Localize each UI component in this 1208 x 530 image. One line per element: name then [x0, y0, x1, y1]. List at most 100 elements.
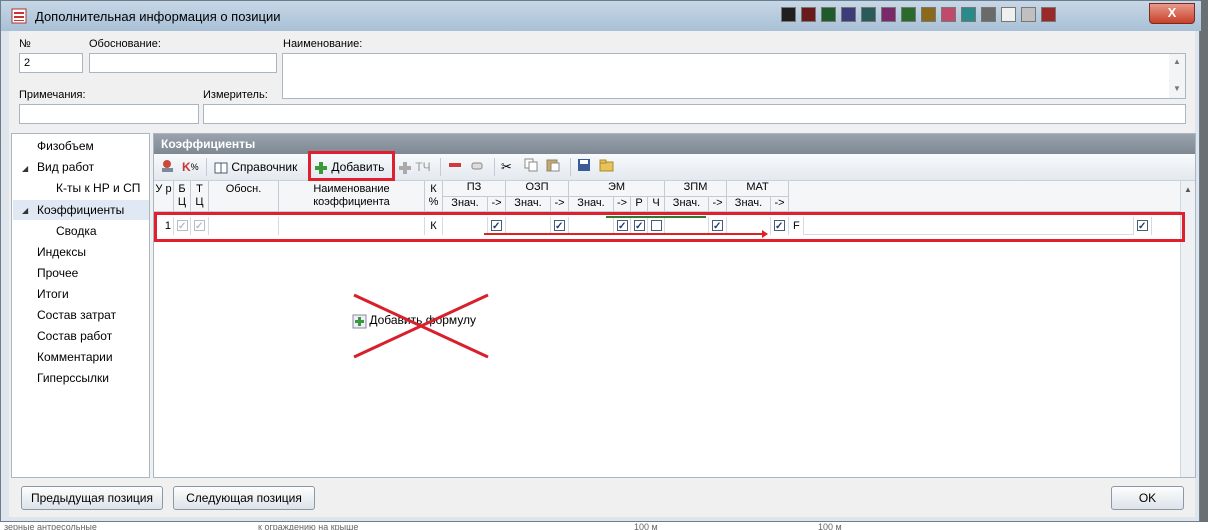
scroll-up-icon[interactable]: ▲	[1169, 57, 1185, 66]
sub-pz-arrow[interactable]: ->	[488, 197, 506, 212]
notes-field[interactable]	[19, 104, 199, 124]
reference-label: Справочник	[231, 160, 298, 174]
reference-button[interactable]: Справочник	[214, 158, 297, 176]
nav-indeksy[interactable]: Индексы	[37, 243, 86, 261]
ok-button[interactable]: OK	[1111, 486, 1184, 510]
sub-mat-arrow[interactable]: ->	[771, 197, 789, 212]
edit-user-icon[interactable]	[160, 158, 176, 176]
color-swatch[interactable]	[821, 7, 836, 22]
color-swatch[interactable]	[781, 7, 796, 22]
nav-giperssylki[interactable]: Гиперссылки	[37, 369, 109, 387]
nav-svodka[interactable]: Сводка	[56, 222, 97, 240]
col-zpm[interactable]: ЗПМ	[665, 181, 727, 197]
plus-disabled-icon	[398, 161, 412, 175]
toolbar-separator	[206, 158, 207, 176]
meter-label: Измеритель:	[203, 89, 268, 101]
basis-label: Обоснование:	[89, 38, 161, 50]
nav-prochee[interactable]: Прочее	[37, 264, 78, 282]
next-position-button[interactable]: Следующая позиция	[173, 486, 315, 510]
color-swatch[interactable]	[841, 7, 856, 22]
col-em[interactable]: ЭМ	[569, 181, 665, 197]
toolbar-separator	[570, 158, 571, 176]
save-icon[interactable]	[577, 158, 591, 176]
bg-text-m1: 100 м	[634, 522, 658, 530]
color-swatch[interactable]	[901, 7, 916, 22]
red-cross-icon	[353, 293, 489, 359]
color-swatches	[781, 7, 1056, 25]
sub-em-ch[interactable]: Ч	[648, 197, 665, 212]
color-swatch[interactable]	[941, 7, 956, 22]
sub-ozp-znach[interactable]: Знач.	[506, 197, 551, 212]
col-name[interactable]: Наименование коэффициента	[279, 181, 425, 212]
delete-icon[interactable]	[448, 158, 462, 176]
nav-sostav-rabot[interactable]: Состав работ	[37, 327, 112, 345]
color-swatch[interactable]	[981, 7, 996, 22]
sub-em-znach[interactable]: Знач.	[569, 197, 614, 212]
notes-label: Примечания:	[19, 89, 86, 101]
bg-text-mid: к ограждению на крыше	[258, 522, 359, 530]
col-bc[interactable]: Б Ц	[174, 181, 191, 212]
tch-label: ТЧ	[415, 160, 431, 174]
col-mat[interactable]: МАТ	[727, 181, 789, 197]
color-swatch[interactable]	[881, 7, 896, 22]
name-label: Наименование:	[283, 38, 363, 50]
color-swatch[interactable]	[921, 7, 936, 22]
number-field[interactable]: 2	[19, 53, 83, 73]
cut-icon[interactable]: ✂	[501, 158, 512, 176]
background-app-strip: зерные антресольные к ограждению на крыш…	[0, 522, 1208, 530]
basis-field[interactable]	[89, 53, 277, 73]
sub-pz-znach[interactable]: Знач.	[443, 197, 488, 212]
bg-text-left: зерные антресольные	[4, 522, 97, 530]
bg-text-m2: 100 м	[818, 522, 842, 530]
book-icon	[214, 161, 228, 175]
color-swatch[interactable]	[1041, 7, 1056, 22]
sub-zpm-arrow[interactable]: ->	[709, 197, 727, 212]
title-bar[interactable]: Дополнительная информация о позиции X	[1, 1, 1201, 31]
nav-kommentarii[interactable]: Комментарии	[37, 348, 113, 366]
prev-position-button[interactable]: Предыдущая позиция	[21, 486, 163, 510]
open-folder-icon[interactable]	[599, 158, 615, 176]
col-ur[interactable]: У р	[154, 181, 174, 212]
copy-icon[interactable]	[524, 158, 538, 176]
toolbar-separator	[494, 158, 495, 176]
sub-em-r[interactable]: Р	[631, 197, 648, 212]
number-label: №	[19, 38, 31, 50]
col-tc[interactable]: Т Ц	[191, 181, 209, 212]
toolbar-separator	[440, 158, 441, 176]
nav-sostav-zatrat[interactable]: Состав затрат	[37, 306, 116, 324]
sub-zpm-znach[interactable]: Знач.	[665, 197, 709, 212]
tch-button[interactable]: ТЧ	[398, 158, 431, 176]
nav-vid-rabot[interactable]: Вид работ	[37, 158, 94, 176]
col-kp[interactable]: К %	[425, 181, 443, 212]
color-swatch[interactable]	[961, 7, 976, 22]
col-pz[interactable]: ПЗ	[443, 181, 506, 197]
paste-icon[interactable]	[546, 158, 560, 176]
nav-itogi[interactable]: Итоги	[37, 285, 69, 303]
grid-header: У р Б Ц Т Ц Обосн. Наименование коэффици…	[154, 181, 1184, 213]
color-swatch[interactable]	[861, 7, 876, 22]
eraser-icon[interactable]	[470, 158, 484, 176]
expand-triangle-icon[interactable]: ◢	[22, 164, 28, 173]
col-extra	[789, 181, 1184, 212]
nav-koefficienty[interactable]: Коэффициенты	[37, 201, 124, 219]
nav-fizobem[interactable]: Физобъем	[37, 137, 94, 155]
col-ozp[interactable]: ОЗП	[506, 181, 569, 197]
color-swatch[interactable]	[801, 7, 816, 22]
nav-k-nr-sp[interactable]: К-ты к НР и СП	[56, 179, 140, 197]
scroll-up-icon[interactable]: ▲	[1181, 185, 1195, 194]
col-obosn[interactable]: Обосн.	[209, 181, 279, 212]
scroll-down-icon[interactable]: ▼	[1169, 84, 1185, 93]
coefficients-panel: Коэффициенты K% Справочник Добавить ТЧ ✂…	[153, 133, 1196, 478]
sub-mat-znach[interactable]: Знач.	[727, 197, 771, 212]
color-swatch[interactable]	[1001, 7, 1016, 22]
color-swatch[interactable]	[1021, 7, 1036, 22]
close-button[interactable]: X	[1149, 3, 1195, 24]
sections-tree: Физобъем ◢ Вид работ К-ты к НР и СП ◢ Ко…	[11, 133, 150, 478]
sub-em-arrow[interactable]: ->	[614, 197, 631, 212]
expand-triangle-icon[interactable]: ◢	[22, 206, 28, 215]
name-field-scrollbar[interactable]: ▲ ▼	[1169, 54, 1185, 98]
k-percent-button[interactable]: K%	[182, 158, 199, 176]
meter-field[interactable]	[203, 104, 1186, 124]
sub-ozp-arrow[interactable]: ->	[551, 197, 569, 212]
name-field[interactable]	[282, 53, 1186, 99]
